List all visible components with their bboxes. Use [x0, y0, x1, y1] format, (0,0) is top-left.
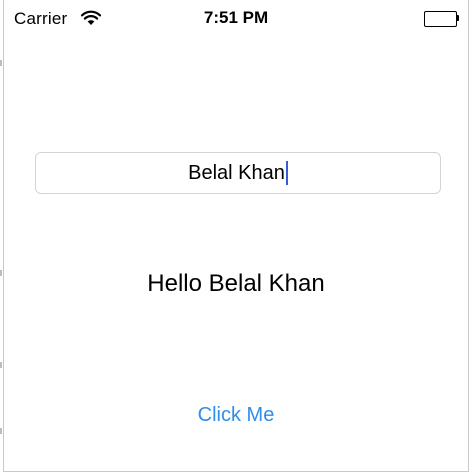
status-bar: Carrier 7:51 PM — [4, 0, 468, 38]
status-time: 7:51 PM — [203, 8, 269, 27]
text-cursor — [285, 161, 288, 185]
edge-artifact — [0, 428, 2, 434]
greeting-label: Hello Belal Khan — [147, 270, 325, 297]
phone-screen: Carrier 7:51 PM Belal Khan Hello Belal K… — [3, 0, 469, 472]
edge-artifact — [0, 60, 2, 66]
edge-artifact — [0, 362, 2, 368]
click-me-button[interactable]: Click Me — [4, 404, 468, 427]
text-field-value: Belal Khan — [188, 161, 285, 184]
edge-artifact — [0, 270, 2, 276]
battery-icon — [424, 11, 460, 27]
name-text-field[interactable]: Belal Khan — [35, 152, 441, 194]
